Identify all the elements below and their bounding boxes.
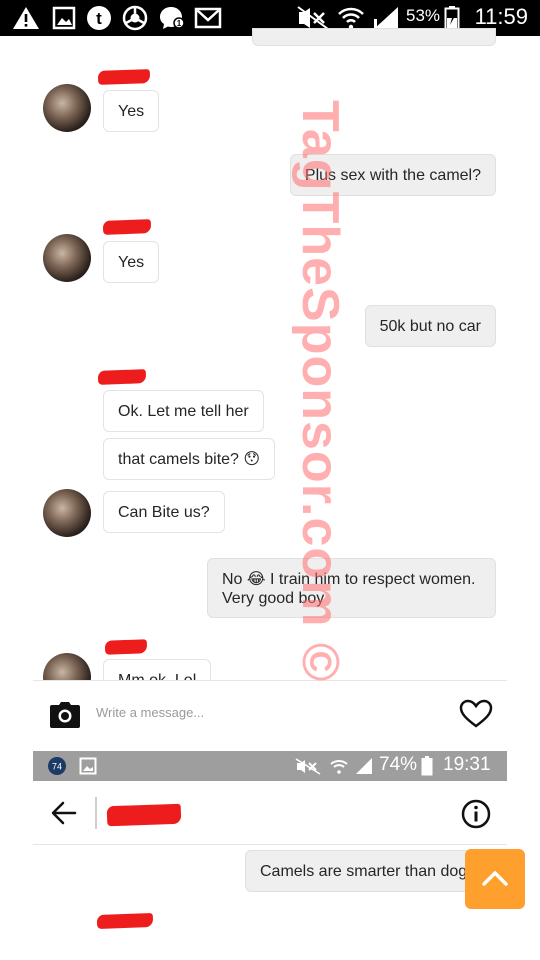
svg-text:t: t xyxy=(96,9,102,28)
header-divider xyxy=(95,797,97,829)
status-time: 11:59 xyxy=(474,4,528,29)
message-bubble-outgoing: Camels are smarter than dogs xyxy=(245,850,491,892)
battery-percent: 74% xyxy=(379,754,418,775)
status-bar-secondary: 74 74% 19:31 xyxy=(33,751,507,781)
redacted-username xyxy=(97,369,147,385)
avatar xyxy=(43,489,91,537)
battery-icon xyxy=(421,756,433,776)
info-icon[interactable] xyxy=(461,799,491,829)
chat-header xyxy=(33,781,507,845)
avatar xyxy=(43,84,91,132)
message-bubble-outgoing: Plus sex with the camel? xyxy=(289,154,496,196)
wifi-icon xyxy=(330,760,348,774)
message-bubble-incoming: Yes xyxy=(103,241,160,283)
warning-icon xyxy=(13,7,39,29)
message-bubble-partial xyxy=(252,28,496,46)
badge-count: 74 xyxy=(52,762,62,772)
message-bubble-incoming: Can Bite us? xyxy=(103,491,225,533)
message-composer: Write a message... xyxy=(33,680,507,750)
redacted-username xyxy=(97,69,151,85)
notification-badge-icon: 74 xyxy=(48,757,66,775)
messenger-icon: 1 xyxy=(160,7,185,29)
mute-icon xyxy=(295,758,321,775)
image-icon xyxy=(79,757,97,775)
redacted-username xyxy=(96,913,154,929)
message-input[interactable]: Write a message... xyxy=(96,705,204,720)
conversation-secondary: Camels are smarter than dogs xyxy=(33,846,507,929)
back-arrow-icon[interactable] xyxy=(51,801,77,825)
message-bubble-outgoing: 50k but no car xyxy=(364,305,496,347)
signal-percent: 53% xyxy=(406,6,441,25)
message-bubble-outgoing: No 😂 I train him to respect women. Very … xyxy=(207,558,496,618)
message-bubble-incoming: Yes xyxy=(103,90,160,132)
chevron-up-icon xyxy=(482,871,508,886)
redacted-username xyxy=(106,803,182,827)
chrome-icon xyxy=(122,5,148,31)
camera-icon[interactable] xyxy=(49,701,81,729)
heart-icon[interactable] xyxy=(459,699,493,729)
image-icon xyxy=(52,6,76,30)
redacted-username xyxy=(104,639,148,655)
tumblr-icon: t xyxy=(87,6,111,30)
redacted-username xyxy=(102,219,152,235)
scroll-to-top-button[interactable] xyxy=(465,849,525,909)
gmail-icon xyxy=(194,7,222,29)
avatar xyxy=(43,234,91,282)
svg-text:1: 1 xyxy=(177,19,182,28)
signal-icon xyxy=(356,758,372,774)
message-bubble-incoming: Ok. Let me tell her xyxy=(103,390,264,432)
message-bubble-incoming: that camels bite? 😯 xyxy=(103,438,276,480)
status-time: 19:31 xyxy=(443,754,491,775)
